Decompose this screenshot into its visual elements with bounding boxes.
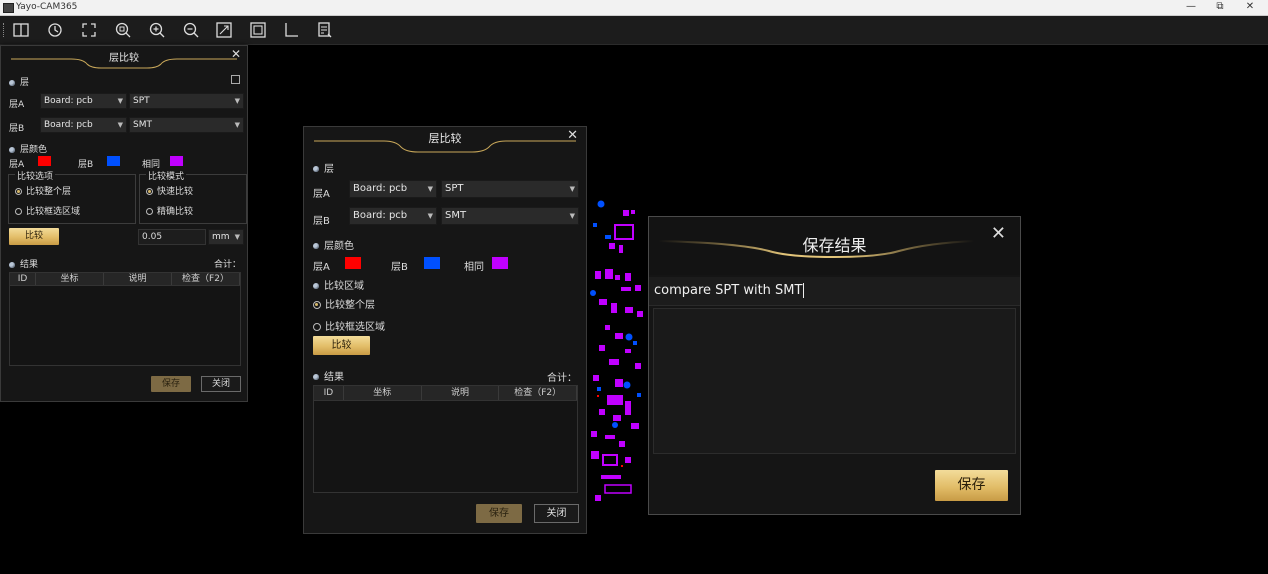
save-button[interactable]: 保存 — [151, 376, 191, 392]
name-input-row: compare SPT with SMT — [649, 277, 1020, 306]
close-icon[interactable]: ✕ — [567, 128, 578, 143]
layer-a-name-select[interactable]: SPT ▼ — [129, 93, 244, 109]
text-cursor — [803, 283, 805, 298]
total-label: 合计： — [547, 373, 577, 384]
col-desc[interactable]: 说明 — [104, 273, 172, 285]
dialog-header: 保存结果 ✕ — [649, 217, 1020, 275]
col-check[interactable]: 检查（F2） — [172, 273, 240, 285]
section-result: 结果 — [313, 368, 344, 383]
panel-header: 层比较 ✕ — [304, 127, 586, 157]
zoom-area-icon[interactable] — [113, 20, 133, 40]
color-a-swatch[interactable] — [38, 156, 51, 166]
close-icon[interactable]: ✕ — [991, 223, 1006, 244]
radio-precise-compare[interactable]: 精确比较 — [146, 204, 193, 217]
layer-b-board-select[interactable]: Board: pcb ▼ — [349, 207, 437, 225]
frame-icon[interactable] — [248, 20, 268, 40]
layer-a-board-select[interactable]: Board: pcb ▼ — [349, 180, 437, 198]
layer-b-board-select[interactable]: Board: pcb ▼ — [40, 117, 127, 133]
layer-b-name-select[interactable]: SMT ▼ — [441, 207, 579, 225]
app-title: Yayo-CAM365 — [16, 2, 78, 12]
color-a-label: 层A — [313, 262, 330, 273]
window-close-button[interactable]: ✕ — [1236, 0, 1264, 15]
result-table[interactable]: ID 坐标 说明 检查（F2） — [313, 385, 578, 493]
layer-b-label: 层B — [9, 124, 25, 134]
radio-compare-whole-layer[interactable]: 比较整个层 — [15, 184, 71, 197]
close-icon[interactable]: ✕ — [231, 47, 241, 61]
layer-b-name-select[interactable]: SMT ▼ — [129, 117, 244, 133]
panel-title: 层比较 — [109, 53, 139, 64]
fit-screen-icon[interactable] — [79, 20, 99, 40]
layout-toggle-icon[interactable] — [231, 75, 240, 84]
compare-mode-title: 比较模式 — [146, 169, 187, 182]
compare-mode-group: 比较模式 快速比较 精确比较 — [139, 169, 247, 224]
col-coord[interactable]: 坐标 — [36, 273, 104, 285]
close-button[interactable]: 关闭 — [201, 376, 241, 392]
pcb-compare-view[interactable] — [585, 195, 649, 505]
panel-title: 层比较 — [428, 132, 462, 145]
color-b-label: 层B — [391, 262, 408, 273]
layer-a-board-select[interactable]: Board: pcb ▼ — [40, 93, 127, 109]
toolbar-grip[interactable] — [3, 23, 6, 37]
section-layer-color: 层颜色 — [313, 237, 354, 252]
zoom-out-icon[interactable] — [181, 20, 201, 40]
color-same-swatch[interactable] — [492, 257, 508, 269]
result-notes-textarea[interactable] — [653, 308, 1016, 454]
col-id[interactable]: ID — [314, 386, 344, 400]
zoom-box-icon[interactable] — [214, 20, 234, 40]
app-logo-icon — [3, 3, 14, 13]
window-titlebar: Yayo-CAM365 — ⧉ ✕ — [0, 0, 1268, 16]
tolerance-input[interactable]: 0.05 — [138, 229, 206, 245]
radio-compare-box-area[interactable]: 比较框选区域 — [313, 318, 385, 333]
section-layer: 层 — [313, 160, 334, 175]
section-compare-area: 比较区域 — [313, 277, 364, 292]
radio-fast-compare[interactable]: 快速比较 — [146, 184, 193, 197]
radio-compare-box-area[interactable]: 比较框选区域 — [15, 204, 80, 217]
total-label: 合计： — [214, 260, 242, 270]
save-button[interactable]: 保存 — [476, 504, 522, 523]
main-toolbar — [0, 16, 1268, 45]
compare-button[interactable]: 比较 — [9, 228, 59, 245]
corner-icon[interactable] — [281, 20, 301, 40]
layer-compare-panel: 层比较 ✕ 层 层A Board: pcb ▼ SPT ▼ 层B Board: pc… — [303, 126, 587, 534]
panel-header: 层比较 ✕ — [1, 46, 247, 74]
zoom-in-icon[interactable] — [147, 20, 167, 40]
color-same-label: 相同 — [464, 262, 484, 273]
col-desc[interactable]: 说明 — [422, 386, 500, 400]
unit-select[interactable]: mm ▼ — [208, 229, 244, 245]
restore-button[interactable]: ⧉ — [1206, 0, 1234, 15]
col-check[interactable]: 检查（F2） — [499, 386, 577, 400]
section-layer-color: 层颜色 — [9, 142, 47, 155]
color-b-swatch[interactable] — [424, 257, 440, 269]
result-table[interactable]: ID 坐标 说明 检查（F2） — [9, 272, 241, 366]
compare-options-title: 比较选项 — [15, 169, 56, 182]
color-b-swatch[interactable] — [107, 156, 120, 166]
save-button[interactable]: 保存 — [935, 470, 1008, 501]
save-result-dialog: 保存结果 ✕ compare SPT with SMT 保存 — [648, 216, 1021, 515]
compare-options-group: 比较选项 比较整个层 比较框选区域 — [8, 169, 136, 224]
section-result: 结果 — [9, 257, 38, 270]
history-icon[interactable] — [45, 20, 65, 40]
layer-b-label: 层B — [313, 216, 330, 227]
col-coord[interactable]: 坐标 — [344, 386, 422, 400]
result-table-header: ID 坐标 说明 检查（F2） — [314, 386, 577, 401]
layer-a-label: 层A — [9, 100, 25, 110]
col-id[interactable]: ID — [10, 273, 36, 285]
color-b-label: 层B — [78, 160, 94, 170]
layer-a-label: 层A — [313, 189, 330, 200]
radio-compare-whole-layer[interactable]: 比较整个层 — [313, 296, 375, 311]
layer-compare-panel-left: 层比较 ✕ 层 层A Board: pcb ▼ SPT ▼ 层B Board: pc… — [0, 45, 248, 402]
report-icon[interactable] — [315, 20, 335, 40]
minimize-button[interactable]: — — [1177, 0, 1205, 15]
result-name-input[interactable]: compare SPT with SMT — [654, 283, 805, 298]
color-same-swatch[interactable] — [170, 156, 183, 166]
section-layer: 层 — [9, 75, 29, 88]
split-view-icon[interactable] — [11, 20, 31, 40]
compare-button[interactable]: 比较 — [313, 336, 370, 355]
result-table-header: ID 坐标 说明 检查（F2） — [10, 273, 240, 286]
layer-a-name-select[interactable]: SPT ▼ — [441, 180, 579, 198]
color-a-swatch[interactable] — [345, 257, 361, 269]
dialog-title: 保存结果 — [802, 236, 867, 255]
close-button[interactable]: 关闭 — [534, 504, 579, 523]
